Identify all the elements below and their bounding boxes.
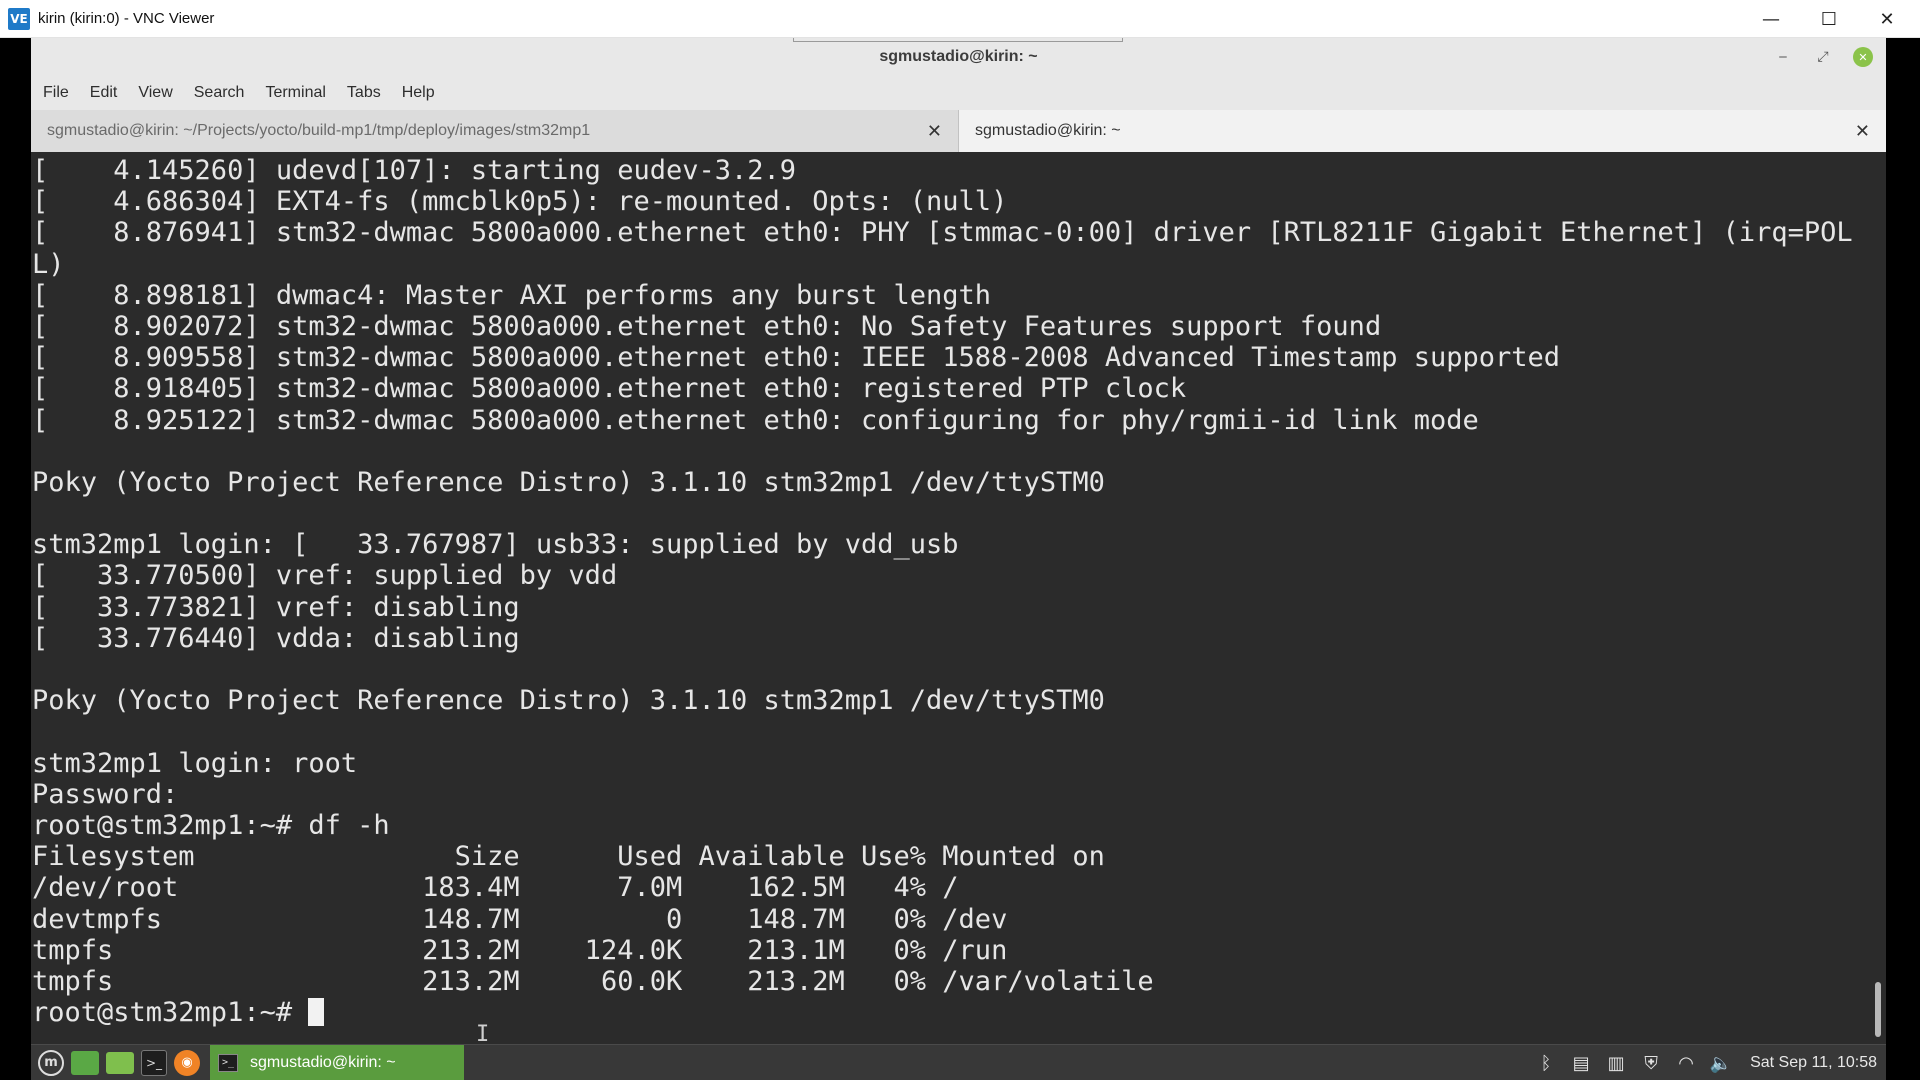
vnc-titlebar: VE kirin (kirin:0) - VNC Viewer — ☐ ✕ xyxy=(0,0,1920,38)
terminal-output-area[interactable]: [ 4.145260] udevd[107]: starting eudev-3… xyxy=(31,152,1871,1047)
firefox-icon[interactable]: ◉ xyxy=(174,1049,200,1076)
terminal-line: tmpfs 213.2M 60.0K 213.2M 0% /var/volati… xyxy=(32,965,1154,997)
volume-icon[interactable]: 🔈 xyxy=(1706,1048,1736,1078)
terminal-line: [ 33.776440] vdda: disabling xyxy=(32,622,520,654)
terminal-line: [ 4.686304] EXT4-fs (mmcblk0p5): re-moun… xyxy=(32,186,1008,218)
terminal-line: [ 33.773821] vref: disabling xyxy=(32,591,520,623)
wifi-icon[interactable]: ◠ xyxy=(1671,1048,1701,1078)
taskbar-window-terminal[interactable]: >_ sgmustadio@kirin: ~ xyxy=(210,1044,464,1080)
files-folder-icon[interactable] xyxy=(106,1051,134,1074)
vnc-viewport: sgmustadio@kirin: ~ ‒ ⤢ ✕ File Edit View… xyxy=(0,38,1920,1080)
tab-home[interactable]: sgmustadio@kirin: ~ ✕ xyxy=(959,110,1886,152)
update-manager-icon[interactable]: ▥ xyxy=(1601,1048,1631,1078)
terminal-launcher-icon[interactable]: >_ xyxy=(141,1049,167,1076)
terminal-app-icon: >_ xyxy=(218,1053,238,1072)
terminal-line: Poky (Yocto Project Reference Distro) 3.… xyxy=(32,466,1105,498)
terminal-maximize-button[interactable]: ⤢ xyxy=(1813,47,1833,67)
terminal-titlebar: sgmustadio@kirin: ~ ‒ ⤢ ✕ xyxy=(31,38,1886,76)
taskbar-window-label: sgmustadio@kirin: ~ xyxy=(250,1053,396,1071)
vnc-window-title: kirin (kirin:0) - VNC Viewer xyxy=(38,10,215,27)
menu-file[interactable]: File xyxy=(43,84,69,102)
terminal-line: Poky (Yocto Project Reference Distro) 3.… xyxy=(32,685,1105,717)
terminal-line: Filesystem Size Used Available Use% Moun… xyxy=(32,841,1105,873)
terminal-menubar: File Edit View Search Terminal Tabs Help xyxy=(31,76,1886,110)
clipboard-icon[interactable]: ▤ xyxy=(1566,1048,1596,1078)
terminal-prompt-line: root@stm32mp1:~# xyxy=(32,997,1870,1028)
taskbar: m >_ ◉ >_ sgmustadio@kirin: ~ ᛒ ▤ ▥ ⛨ ◠ … xyxy=(31,1044,1886,1080)
terminal-tab-bar: sgmustadio@kirin: ~/Projects/yocto/build… xyxy=(31,110,1886,152)
menu-tabs[interactable]: Tabs xyxy=(347,84,381,102)
menu-help[interactable]: Help xyxy=(402,84,435,102)
tab-label: sgmustadio@kirin: ~ xyxy=(975,122,1121,139)
vnc-close-button[interactable]: ✕ xyxy=(1858,0,1916,38)
vnc-logo-icon: VE xyxy=(8,7,30,30)
terminal-line: [ 8.918405] stm32-dwmac 5800a000.etherne… xyxy=(32,373,1187,405)
menu-terminal[interactable]: Terminal xyxy=(265,84,325,102)
start-menu-icon[interactable]: m xyxy=(38,1049,64,1076)
terminal-line: tmpfs 213.2M 124.0K 213.1M 0% /run xyxy=(32,934,1008,966)
system-tray: ᛒ ▤ ▥ ⛨ ◠ 🔈 Sat Sep 11, 10:58 xyxy=(1526,1045,1886,1080)
terminal-text: [ 4.145260] udevd[107]: starting eudev-3… xyxy=(32,155,1870,1028)
vnc-maximize-button[interactable]: ☐ xyxy=(1800,0,1858,38)
terminal-line: [ 4.145260] udevd[107]: starting eudev-3… xyxy=(32,155,797,186)
terminal-line: [ 8.876941] stm32-dwmac 5800a000.etherne… xyxy=(32,217,1853,249)
terminal-line: [ 33.770500] vref: supplied by vdd xyxy=(32,560,618,592)
terminal-line: devtmpfs 148.7M 0 148.7M 0% /dev xyxy=(32,903,1008,935)
terminal-line: stm32mp1 login: [ 33.767987] usb33: supp… xyxy=(32,529,959,561)
remote-desktop: sgmustadio@kirin: ~ ‒ ⤢ ✕ File Edit View… xyxy=(31,38,1886,1080)
terminal-line: Password: xyxy=(32,778,179,810)
terminal-close-button[interactable]: ✕ xyxy=(1853,47,1873,67)
terminal-line: [ 8.902072] stm32-dwmac 5800a000.etherne… xyxy=(32,310,1382,342)
terminal-line: [ 8.909558] stm32-dwmac 5800a000.etherne… xyxy=(32,342,1561,374)
tab-build-images[interactable]: sgmustadio@kirin: ~/Projects/yocto/build… xyxy=(31,110,959,152)
terminal-scrollbar[interactable] xyxy=(1871,152,1886,1044)
titlebar-drag-handle[interactable] xyxy=(793,38,1123,42)
text-cursor-pointer-icon: I xyxy=(476,1022,490,1047)
terminal-line: root@stm32mp1:~# df -h xyxy=(32,809,390,841)
terminal-line: stm32mp1 login: root xyxy=(32,747,358,779)
show-desktop-icon[interactable] xyxy=(71,1050,99,1075)
terminal-cursor xyxy=(308,998,325,1027)
vnc-minimize-button[interactable]: — xyxy=(1742,0,1800,38)
terminal-minimize-button[interactable]: ‒ xyxy=(1773,47,1793,67)
terminal-window-title: sgmustadio@kirin: ~ xyxy=(879,48,1038,65)
menu-edit[interactable]: Edit xyxy=(90,84,118,102)
scrollbar-thumb[interactable] xyxy=(1875,982,1881,1037)
bluetooth-icon[interactable]: ᛒ xyxy=(1531,1048,1561,1078)
tab-label: sgmustadio@kirin: ~/Projects/yocto/build… xyxy=(47,122,591,139)
shield-icon[interactable]: ⛨ xyxy=(1636,1048,1666,1078)
menu-view[interactable]: View xyxy=(138,84,172,102)
terminal-line: [ 8.898181] dwmac4: Master AXI performs … xyxy=(32,279,992,311)
terminal-line: /dev/root 183.4M 7.0M 162.5M 4% / xyxy=(32,872,959,904)
tab-close-icon[interactable]: ✕ xyxy=(1855,121,1870,142)
menu-search[interactable]: Search xyxy=(194,84,245,102)
terminal-line: [ 8.925122] stm32-dwmac 5800a000.etherne… xyxy=(32,404,1479,436)
clock[interactable]: Sat Sep 11, 10:58 xyxy=(1750,1054,1877,1072)
terminal-line: L) xyxy=(32,248,65,280)
tab-close-icon[interactable]: ✕ xyxy=(927,121,942,142)
shell-prompt: root@stm32mp1:~# xyxy=(32,997,309,1029)
